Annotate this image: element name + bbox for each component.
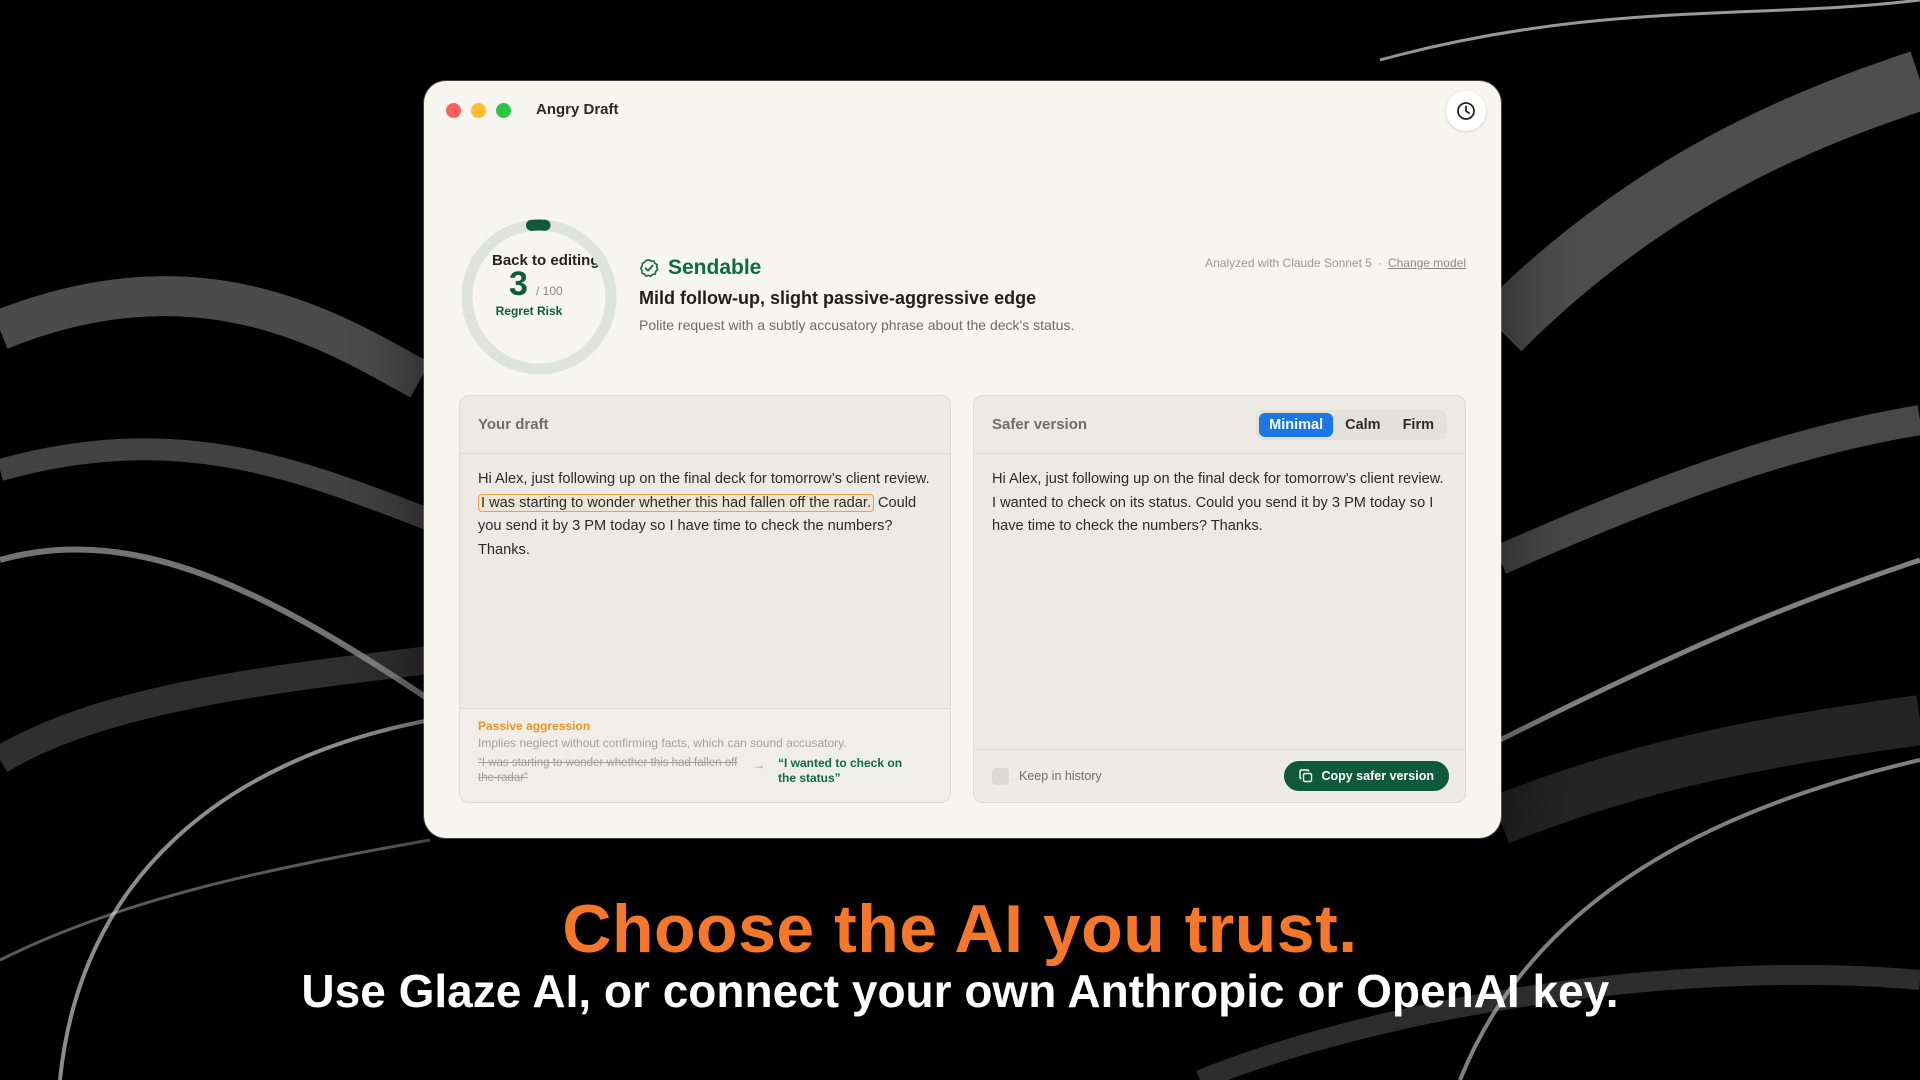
draft-text[interactable]: Hi Alex, just following up on the final … [460, 454, 950, 576]
change-model-link[interactable]: Change model [1388, 256, 1466, 270]
verdict-title: Mild follow-up, slight passive-aggressiv… [639, 288, 1037, 308]
tone-segmented-control: Minimal Calm Firm [1256, 409, 1447, 440]
issue-suggestion: “I was starting to wonder whether this h… [478, 756, 932, 786]
flagged-phrase-highlight[interactable]: I was starting to wonder whether this ha… [478, 493, 874, 512]
subline-caption: Use Glaze AI, or connect your own Anthro… [301, 965, 1619, 1017]
model-info: Analyzed with Claude Sonnet 5 · Change m… [1205, 256, 1466, 270]
score-value: 3 [509, 265, 528, 303]
copy-safer-version-label: Copy safer version [1321, 769, 1434, 783]
verdict-status: Sendable [639, 256, 1074, 280]
zoom-window-button[interactable] [496, 103, 511, 118]
issue-original-phrase: “I was starting to wonder whether this h… [478, 757, 738, 784]
issue-description: Implies neglect without confirming facts… [478, 736, 847, 750]
issue-replacement-phrase: “I wanted to check on the status” [778, 756, 903, 785]
analyzed-text: Analyzed with Claude Sonnet 5 [1205, 256, 1372, 270]
issue-type: Passive aggression [478, 719, 591, 733]
safer-text[interactable]: Hi Alex, just following up on the final … [974, 454, 1465, 553]
separator: · [1377, 256, 1382, 270]
copy-icon [1299, 769, 1313, 783]
close-window-button[interactable] [446, 103, 461, 118]
draft-text-before: Hi Alex, just following up on the final … [478, 471, 930, 487]
draft-panel-header: Your draft [460, 396, 950, 454]
tone-calm-button[interactable]: Calm [1335, 413, 1390, 437]
tone-minimal-button[interactable]: Minimal [1259, 412, 1334, 437]
copy-safer-version-button[interactable]: Copy safer version [1284, 761, 1449, 791]
safer-panel-header: Safer version Minimal Calm Firm [974, 396, 1465, 454]
title-bar: Angry Draft [424, 81, 1501, 139]
arrow-right-icon: → [753, 758, 765, 772]
window-title: Angry Draft [536, 101, 619, 118]
minimize-window-button[interactable] [471, 103, 486, 118]
keep-in-history-checkbox[interactable] [992, 767, 1009, 785]
verdict-block: Sendable Mild follow-up, slight passive-… [639, 256, 1074, 333]
tone-firm-button[interactable]: Firm [1393, 413, 1444, 437]
check-circle-icon [639, 259, 659, 277]
draft-panel: Your draft Hi Alex, just following up on… [459, 395, 951, 803]
safer-version-panel: Safer version Minimal Calm Firm Hi Alex,… [973, 395, 1466, 803]
clock-icon [1457, 102, 1475, 120]
safer-panel-title: Safer version [992, 416, 1088, 433]
headline-caption: Choose the AI you trust. [562, 891, 1358, 967]
draft-panel-title: Your draft [478, 416, 549, 433]
score-max: / 100 [536, 284, 563, 298]
issue-card[interactable]: Passive aggression Implies neglect witho… [460, 708, 950, 802]
score-label: Regret Risk [495, 304, 563, 318]
keep-in-history-label: Keep in history [1019, 769, 1102, 783]
verdict-status-label: Sendable [668, 256, 762, 279]
verdict-description: Polite request with a subtly accusatory … [639, 317, 1075, 333]
safer-panel-footer: Keep in history Copy safer version [974, 749, 1465, 802]
app-window: Angry Draft Back to editing Analyzed wit… [424, 81, 1501, 838]
history-button[interactable] [1446, 91, 1486, 131]
